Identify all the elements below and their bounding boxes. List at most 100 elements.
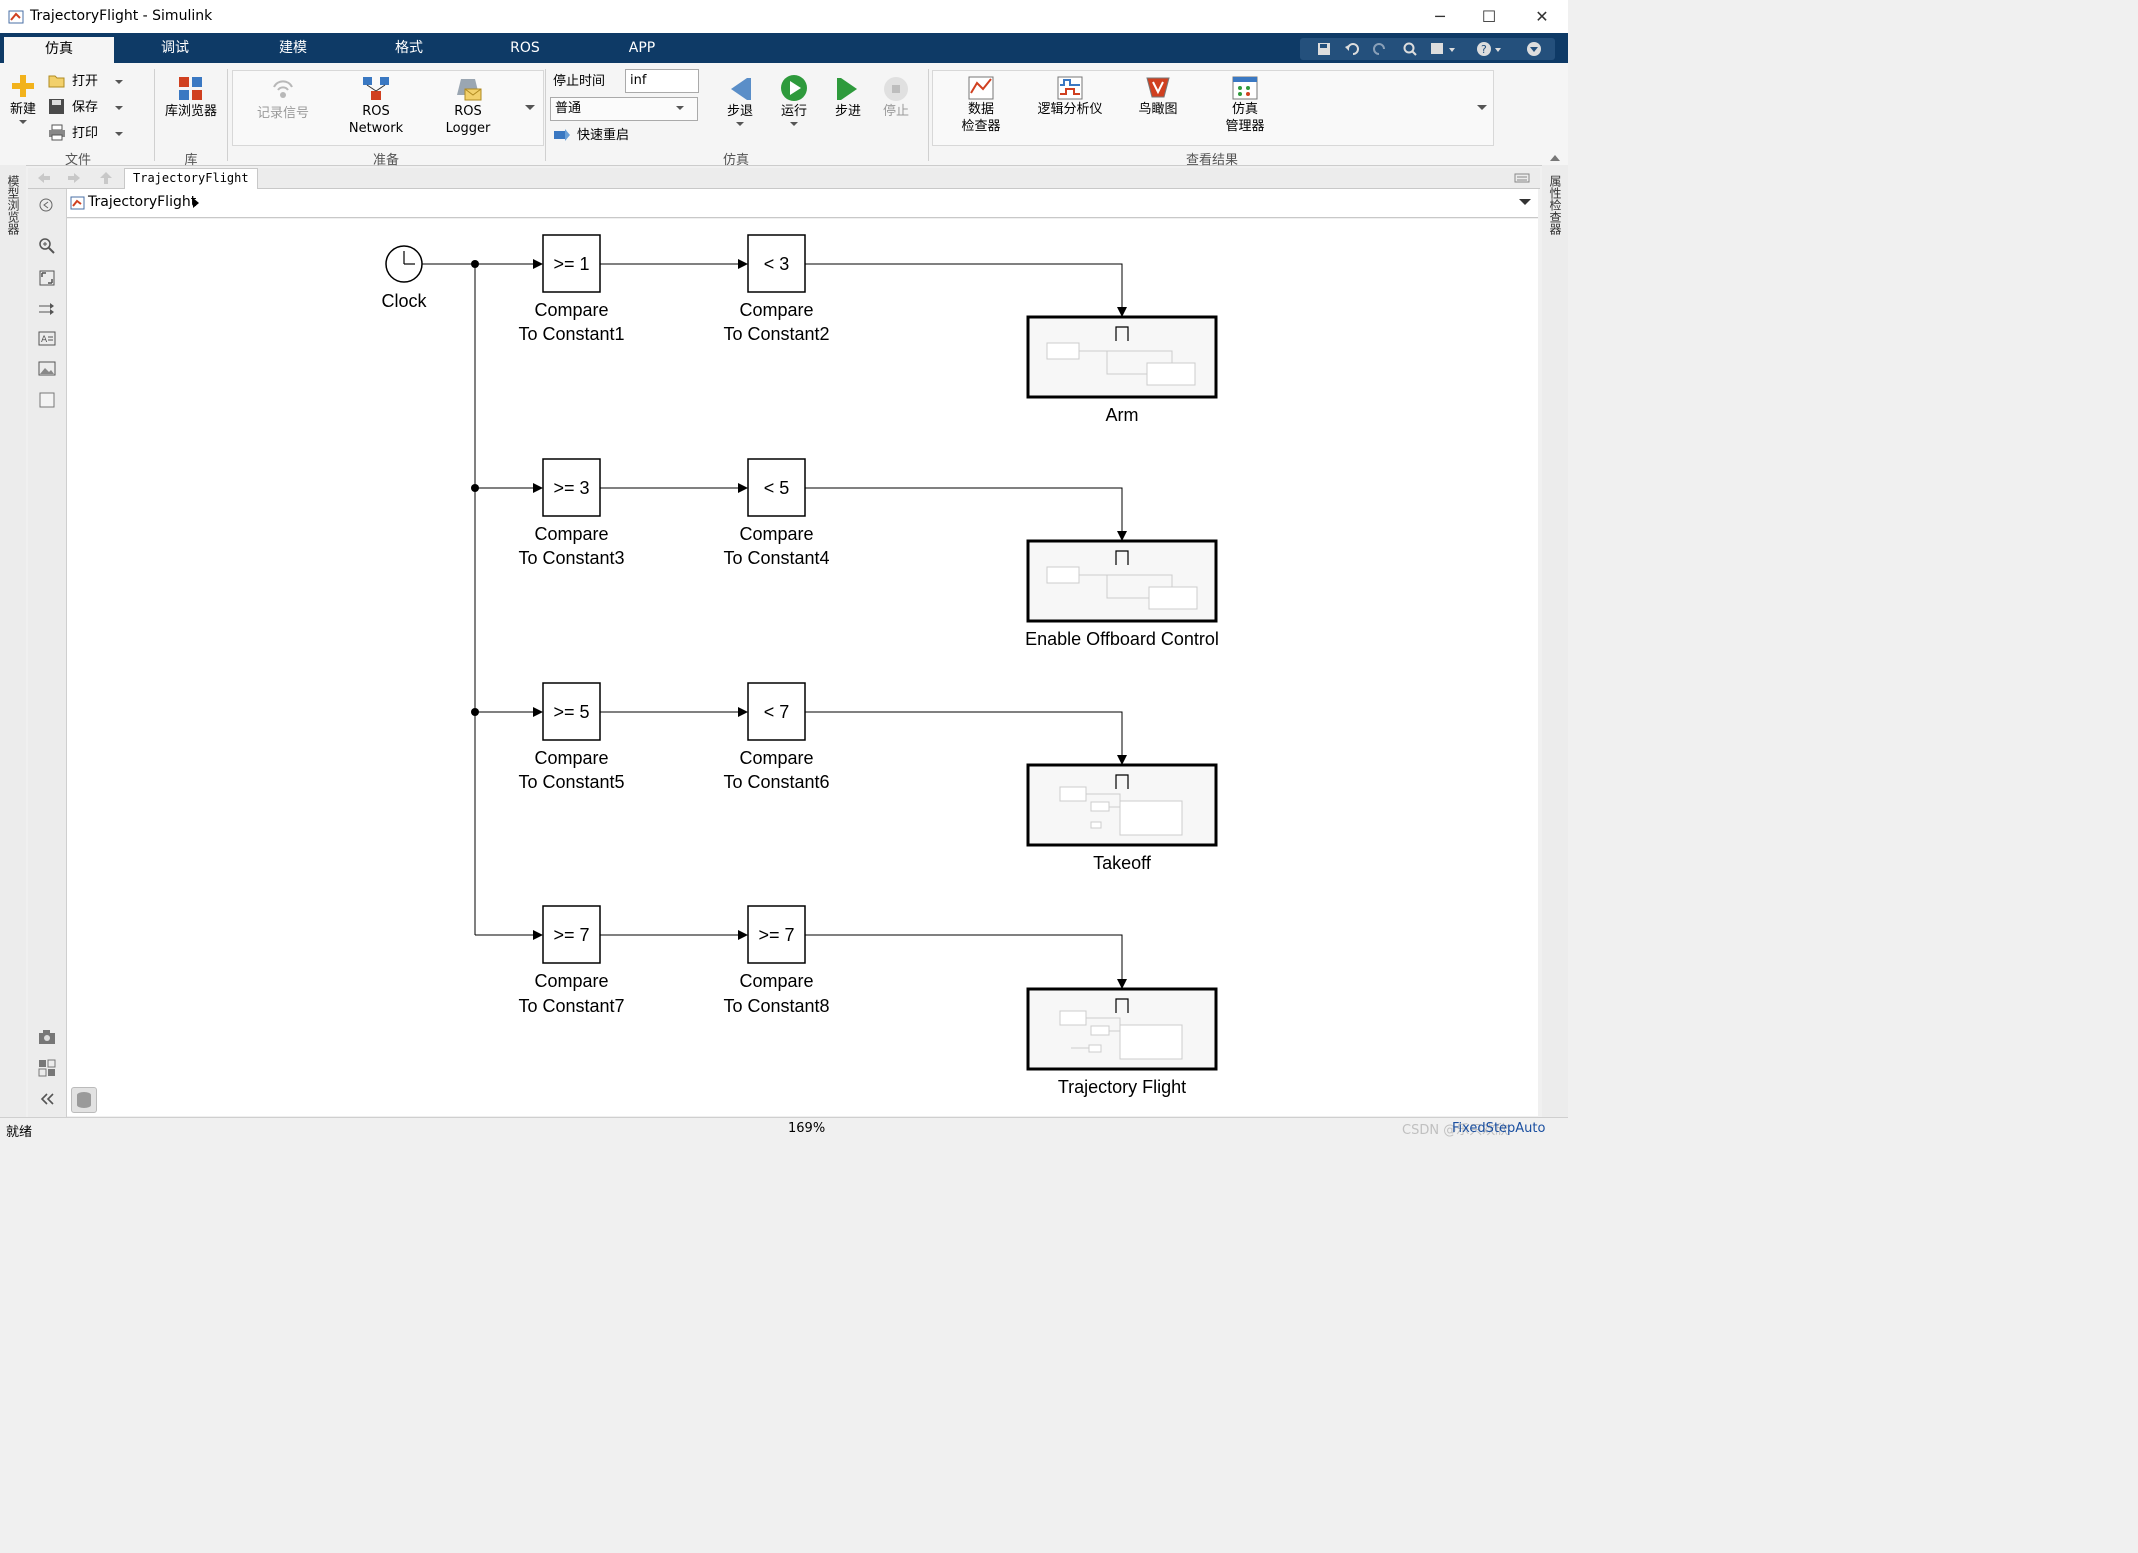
area-icon[interactable]	[38, 391, 56, 409]
logic-analyzer-button[interactable]: 逻辑分析仪	[1032, 75, 1108, 118]
ros-logger-button[interactable]: ROS Logger	[434, 75, 502, 137]
step-forward-button[interactable]: 步进	[828, 75, 868, 120]
arm-subsystem-block[interactable]	[1026, 315, 1218, 399]
section-simulate-label: 仿真	[722, 153, 749, 168]
svg-text:A: A	[41, 335, 48, 345]
tab-modeling[interactable]: 建模	[248, 33, 338, 63]
arm-label: Arm	[1106, 405, 1139, 425]
redo-icon[interactable]	[1372, 41, 1388, 57]
save-icon[interactable]	[1316, 41, 1332, 57]
new-button[interactable]: 新建	[6, 71, 40, 126]
sim-manager-icon	[1232, 76, 1258, 100]
help-icon[interactable]: ?	[1476, 41, 1504, 57]
section-file-label: 文件	[64, 153, 91, 168]
chevron-right-icon[interactable]	[192, 197, 200, 209]
annotation-icon[interactable]: A	[38, 331, 56, 347]
model-data-button[interactable]	[71, 1087, 97, 1113]
gallery-expand-icon[interactable]	[1476, 103, 1488, 113]
birdseye-button[interactable]: 鸟瞰图	[1130, 75, 1186, 118]
toolstrip: 新建 打开 保存 打印 文件 库浏览器 库 记录信号 ROS Network R…	[0, 63, 1568, 168]
stop-time-input[interactable]: inf	[625, 69, 699, 93]
fast-restart-label: 快速重启	[577, 128, 630, 143]
compare5-expression: >= 5	[553, 702, 589, 722]
screenshot-camera-icon[interactable]	[38, 1029, 56, 1045]
address-bar: TrajectoryFlight	[66, 189, 1538, 218]
log-signals-button[interactable]: 记录信号	[248, 77, 318, 122]
gallery-expand-icon[interactable]	[524, 103, 536, 113]
open-label: 打开	[72, 74, 99, 89]
tab-ros[interactable]: ROS	[480, 33, 570, 63]
chevron-down-icon	[115, 80, 123, 84]
collapse-palette-icon[interactable]	[38, 1091, 56, 1107]
chevron-down-icon[interactable]	[1518, 197, 1532, 207]
enable-offboard-subsystem-block[interactable]	[1026, 539, 1218, 623]
sim-manager-line1: 仿真	[1231, 102, 1258, 117]
signal-line	[805, 487, 1127, 541]
collapse-toolstrip-icon[interactable]	[1526, 41, 1542, 57]
signal-line	[805, 934, 1127, 989]
new-label: 新建	[9, 102, 36, 117]
display-options-icon[interactable]	[1430, 41, 1458, 57]
compare7-expression: >= 7	[553, 925, 589, 945]
compare2-expression: < 3	[764, 254, 790, 274]
data-inspector-button[interactable]: 数据 检查器	[950, 75, 1012, 135]
model-canvas[interactable]: Clock >= 1 Compare To Constant1 < 3 Comp…	[67, 219, 1538, 1116]
tab-format[interactable]: 格式	[364, 33, 454, 63]
breadcrumb-path[interactable]: TrajectoryFlight	[88, 194, 196, 210]
log-signals-label: 记录信号	[256, 106, 309, 121]
library-browser-button[interactable]: 库浏览器	[160, 75, 222, 120]
sim-manager-button[interactable]: 仿真 管理器	[1214, 75, 1276, 135]
takeoff-subsystem-block[interactable]	[1026, 763, 1218, 847]
tab-simulation[interactable]: 仿真	[4, 37, 114, 63]
compare1-expression: >= 1	[553, 254, 589, 274]
hide-show-explorer-icon[interactable]	[38, 197, 54, 213]
run-button[interactable]: 运行	[774, 73, 814, 128]
svg-text:?: ?	[1481, 43, 1487, 56]
image-icon[interactable]	[38, 361, 56, 377]
stop-button[interactable]: 停止	[876, 75, 916, 120]
tab-apps[interactable]: APP	[597, 33, 687, 63]
zoom-level[interactable]: 169%	[788, 1121, 825, 1136]
fit-to-view-icon[interactable]	[38, 269, 56, 287]
zoom-in-icon[interactable]	[38, 237, 56, 255]
fast-restart-button[interactable]: 快速重启	[553, 126, 653, 146]
chevron-down-icon	[790, 122, 798, 126]
simulation-mode-select[interactable]: 普通	[550, 97, 698, 121]
block-diagram: Clock >= 1 Compare To Constant1 < 3 Comp…	[381, 234, 1219, 1097]
chevron-down-icon	[115, 132, 123, 136]
birdseye-icon	[1146, 77, 1170, 98]
step-back-button[interactable]: 步退	[720, 75, 760, 128]
back-arrow-icon[interactable]	[36, 171, 52, 185]
section-library-label: 库	[184, 153, 198, 168]
model-data-editor-icon[interactable]	[38, 1059, 56, 1077]
forward-arrow-icon[interactable]	[66, 171, 82, 185]
minimize-button[interactable]: ─	[1417, 0, 1463, 33]
stop-label: 停止	[882, 104, 909, 119]
run-play-icon	[781, 75, 807, 101]
save-button[interactable]: 保存	[48, 98, 128, 118]
solver-link[interactable]: FixedStepAuto	[1452, 1121, 1545, 1136]
takeoff-label: Takeoff	[1093, 853, 1152, 873]
save-disk-icon	[49, 99, 64, 114]
close-button[interactable]: ✕	[1519, 0, 1565, 33]
undo-icon[interactable]	[1344, 41, 1360, 57]
open-button[interactable]: 打开	[48, 72, 128, 92]
ros-network-button[interactable]: ROS Network	[340, 75, 412, 137]
property-inspector-panel[interactable]: 属性检查器	[1542, 155, 1568, 1120]
compare6-expression: < 7	[764, 702, 790, 722]
signal-routing-icon[interactable]	[38, 301, 56, 317]
model-browser-panel[interactable]: 模型浏览器	[0, 165, 26, 1120]
compare4-name-line2: To Constant4	[723, 548, 829, 568]
section-prepare-label: 准备	[372, 153, 399, 168]
maximize-button[interactable]: ☐	[1466, 0, 1512, 33]
up-arrow-icon[interactable]	[98, 170, 114, 186]
model-tab[interactable]: TrajectoryFlight	[124, 168, 258, 189]
search-icon[interactable]	[1402, 41, 1418, 57]
trajectory-flight-label: Trajectory Flight	[1058, 1077, 1186, 1097]
trajectory-flight-subsystem-block[interactable]	[1026, 987, 1218, 1071]
status-ready: 就绪	[6, 1125, 33, 1140]
tab-debug[interactable]: 调试	[130, 33, 220, 63]
print-button[interactable]: 打印	[48, 124, 128, 144]
clock-block[interactable]	[385, 245, 423, 283]
keyboard-icon[interactable]	[1514, 172, 1530, 184]
